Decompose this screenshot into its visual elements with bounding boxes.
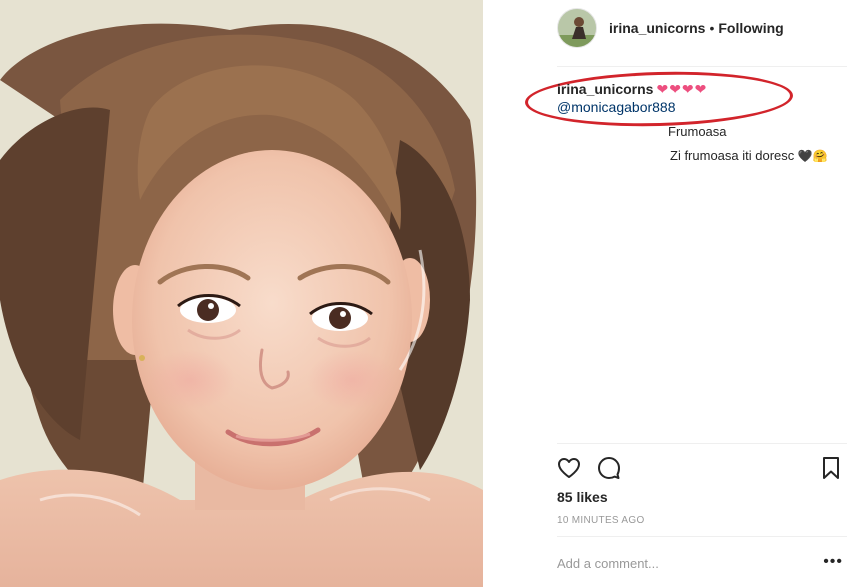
header-separator: •	[709, 20, 715, 36]
post-caption: irina_unicorns ❤❤❤❤ @monicagabor888	[557, 80, 707, 116]
header-username[interactable]: irina_unicorns	[609, 20, 705, 36]
add-comment-input[interactable]	[557, 552, 807, 574]
like-icon[interactable]	[557, 456, 581, 480]
add-comment-section: •••	[557, 552, 843, 574]
bookmark-icon	[823, 457, 839, 479]
header-divider	[557, 66, 847, 67]
post-side-panel: irina_unicorns • Following irina_unicorn…	[483, 0, 857, 587]
actions-divider	[557, 443, 847, 444]
following-button[interactable]: Following	[718, 20, 783, 36]
comment-text: Frumoasa	[668, 124, 727, 139]
comment-text: Zi frumoasa iti doresc	[670, 148, 795, 163]
photo-illustration	[0, 0, 483, 587]
save-icon[interactable]	[819, 456, 843, 480]
speech-bubble-icon	[598, 457, 620, 479]
caption-hearts: ❤❤❤❤	[656, 81, 708, 97]
more-options-button[interactable]: •••	[823, 554, 843, 570]
caption-username[interactable]: irina_unicorns	[557, 81, 653, 97]
comment-item: Frumoasa	[668, 124, 727, 139]
comment-item: Zi frumoasa iti doresc 🖤🤗	[670, 148, 828, 163]
post-timestamp[interactable]: 10 MINUTES AGO	[557, 515, 645, 526]
caption-mention-link[interactable]: @monicagabor888	[557, 98, 707, 116]
comment-emoji: 🖤🤗	[797, 149, 828, 163]
comment-icon[interactable]	[597, 456, 621, 480]
comment-divider	[557, 536, 847, 537]
heart-outline-icon	[558, 458, 580, 478]
post-header: irina_unicorns • Following	[557, 8, 784, 48]
user-avatar[interactable]	[557, 8, 597, 48]
likes-count[interactable]: 85 likes	[557, 489, 608, 505]
post-actions	[557, 456, 843, 480]
avatar-image	[558, 9, 596, 47]
post-photo[interactable]	[0, 0, 483, 587]
